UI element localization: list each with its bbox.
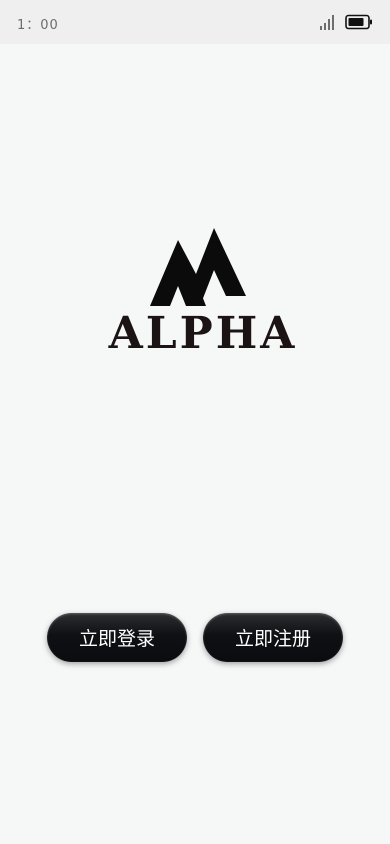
brand-name: ALPHA (108, 308, 298, 359)
register-button[interactable]: 立即注册 (203, 613, 343, 662)
alpha-mountain-mark-icon (150, 228, 246, 306)
status-bar: 1：00 (0, 0, 390, 44)
battery-icon (345, 14, 372, 30)
brand-logo: ALPHA (108, 226, 298, 361)
login-button[interactable]: 立即登录 (47, 613, 187, 662)
cellular-signal-icon (320, 15, 334, 30)
status-time: 1：00 (17, 18, 59, 33)
